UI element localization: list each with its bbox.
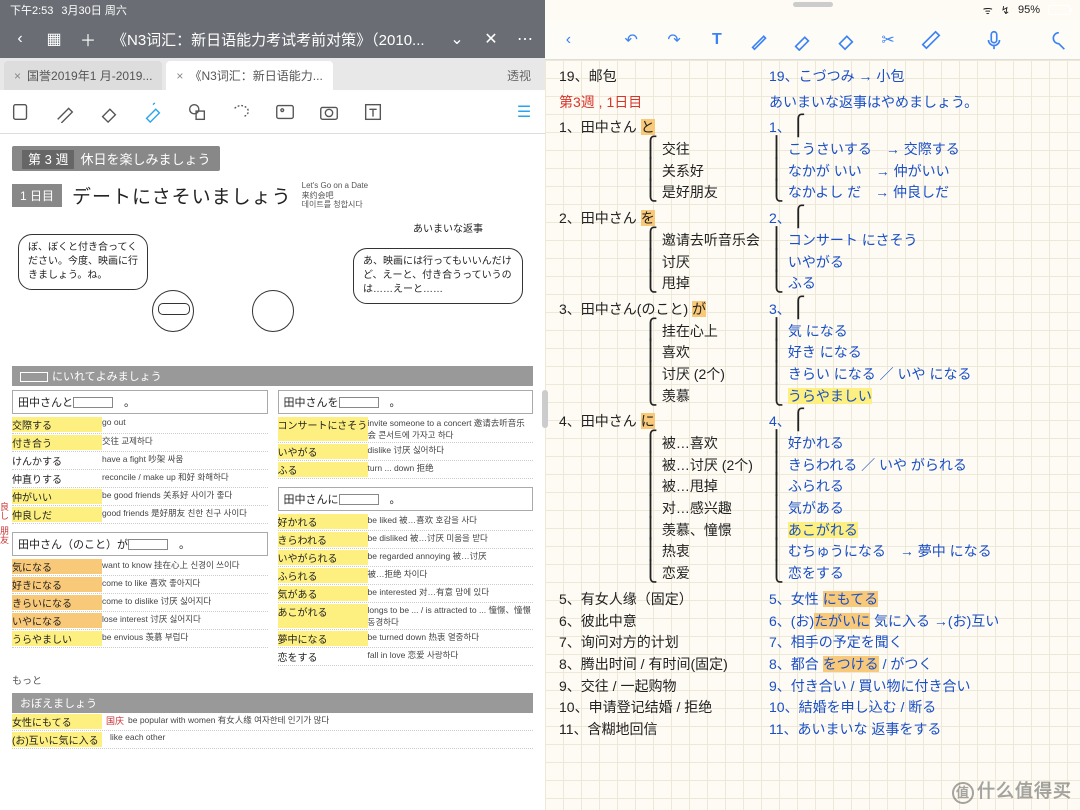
eraser-tool-icon[interactable] <box>96 99 122 125</box>
vocab-row: コンサートにさそうinvite someone to a concert 邀请去… <box>278 416 534 443</box>
vocab-row: いやになるlose interest 讨厌 싫어지다 <box>12 612 268 630</box>
back-icon[interactable]: ‹ <box>10 29 30 49</box>
vocab-row: きらいになるcome to dislike 讨厌 싫어지다 <box>12 594 268 612</box>
image-tool-icon[interactable] <box>272 99 298 125</box>
right-pane: ᯤ ↯95% ‹ ↶ ↷ T ✂ 19、邮包19、こづつみ → 小包 第3週 ,… <box>545 0 1080 810</box>
vocab-row: 気になるwant to know 挂在心上 신경이 쓰이다 <box>12 558 268 576</box>
tab-2[interactable]: ×《N3词汇：新日语能力... <box>166 61 332 90</box>
doc-title: 《N3词汇：新日语能力考试考前对策》（2010... <box>112 29 433 50</box>
right-toolbar: ‹ ↶ ↷ T ✂ <box>545 20 1080 60</box>
red-annotation: 良し <box>0 502 11 520</box>
scissors-icon[interactable]: ✂ <box>877 28 900 52</box>
vocab-row: 好かれるbe liked 被…喜欢 호감을 사다 <box>278 513 534 531</box>
tab-bar: ×国誉2019年1 月-2019... ×《N3词汇：新日语能力... 透视 <box>0 58 545 90</box>
motto-label: もっと <box>12 672 533 687</box>
vocab-row: いやがられるbe regarded annoying 被…讨厌 <box>278 549 534 567</box>
vocab-row: 気があるbe interested 对…有意 맘에 있다 <box>278 585 534 603</box>
shape-tool-icon[interactable] <box>184 99 210 125</box>
add-icon[interactable]: ＋ <box>78 29 98 49</box>
chevron-down-icon[interactable]: ⌄ <box>447 29 467 49</box>
vocab-row: 交際するgo out <box>12 416 268 434</box>
wifi-icon: ᯤ <box>983 3 993 18</box>
back-icon[interactable]: ‹ <box>557 28 580 52</box>
battery-icon <box>1048 5 1070 15</box>
vocab-row: 好きになるcome to like 喜欢 좋아지다 <box>12 576 268 594</box>
red-annotation: 朋友 <box>0 526 11 544</box>
day-row: 1 日目 デートにさそいましょう Let's Go on a Date来约会吧데… <box>12 181 533 210</box>
vocab-row: 付き合う交往 교제하다 <box>12 434 268 452</box>
left-toolbar: ☰ <box>0 90 545 134</box>
grid-icon[interactable]: ▦ <box>44 29 64 49</box>
pen-tool-icon[interactable] <box>748 28 771 52</box>
vocab-row: いやがるdislike 讨厌 싫어하다 <box>278 443 534 461</box>
status-time: 下午2:53 <box>10 2 53 18</box>
left-header: ‹ ▦ ＋ 《N3词汇：新日语能力考试考前对策》（2010... ⌄ ✕ ⋯ <box>0 20 545 58</box>
vocab-row: 仲直りするreconcile / make up 和好 화해하다 <box>12 470 268 488</box>
text-tool-icon[interactable] <box>360 99 386 125</box>
vocab-row: 仲良しだgood friends 是好朋友 친한 친구 사이다 <box>12 506 268 524</box>
mic-icon[interactable] <box>982 28 1005 52</box>
status-date: 3月30日 周六 <box>61 2 126 18</box>
vocab-row: 恋をするfall in love 恋爱 사랑하다 <box>278 648 534 666</box>
select-tool-icon[interactable] <box>8 99 34 125</box>
watermark: 值什么值得买 <box>952 777 1072 804</box>
split-divider[interactable] <box>542 390 548 428</box>
camera-tool-icon[interactable] <box>316 99 342 125</box>
drag-handle[interactable] <box>793 2 833 7</box>
vocab-row: 仲がいいbe good friends 关系好 사이가 좋다 <box>12 488 268 506</box>
tab-extra[interactable]: 透视 <box>493 61 545 90</box>
speech-bubble-1: ぼ、ぼくと付き合ってください。今度、映画に行きましょう。ね。 <box>18 234 148 290</box>
dialog-illustration: あいまいな返事 ぼ、ぼくと付き合ってください。今度、映画に行きましょう。ね。 あ… <box>12 220 533 360</box>
speech-bubble-2: あ、映画には行ってもいいんだけど、えーと、付き合うっていうのは……えーと…… <box>353 248 523 304</box>
notes-canvas[interactable]: 19、邮包19、こづつみ → 小包 第3週 , 1日目あいまいな返事はやめましょ… <box>545 60 1080 810</box>
section-memo: おぼえましょう <box>12 693 533 713</box>
week-banner: 第 3 週休日を楽しみましょう <box>12 146 220 171</box>
text-tool-icon[interactable]: T <box>705 28 728 52</box>
document-view[interactable]: 第 3 週休日を楽しみましょう 1 日目 デートにさそいましょう Let's G… <box>0 134 545 810</box>
lasso-tool-icon[interactable] <box>228 99 254 125</box>
left-pane: 下午2:53 3月30日 周六 ‹ ▦ ＋ 《N3词汇：新日语能力考试考前对策》… <box>0 0 545 810</box>
vocab-row: ふられる被…拒绝 차이다 <box>278 567 534 585</box>
pen-tool-icon[interactable] <box>52 99 78 125</box>
vocab-col-1: 田中さんと 。 交際するgo out付き合う交往 교제하다けんかするhave a… <box>12 390 268 666</box>
vocab-col-2: 田中さんを 。 コンサートにさそうinvite someone to a con… <box>278 390 534 666</box>
vocab-row: うらやましいbe envious 羡慕 부럽다 <box>12 630 268 648</box>
section-reading: にいれてよみましょう <box>12 366 533 386</box>
status-bar: 下午2:53 3月30日 周六 <box>0 0 545 20</box>
tab-close-icon[interactable]: × <box>176 69 183 83</box>
highlighter-tool-icon[interactable] <box>791 28 814 52</box>
undo-icon[interactable]: ↶ <box>620 28 643 52</box>
settings-icon[interactable] <box>1045 28 1068 52</box>
vocab-row: 夢中になるbe turned down 热衷 열중하다 <box>278 630 534 648</box>
tab-1[interactable]: ×国誉2019年1 月-2019... <box>4 61 162 90</box>
vocab-row: けんかするhave a fight 吵架 싸움 <box>12 452 268 470</box>
person-2 <box>252 290 312 360</box>
redo-icon[interactable]: ↷ <box>663 28 686 52</box>
highlighter-tool-icon[interactable] <box>140 99 166 125</box>
person-1 <box>152 290 212 360</box>
vocab-row: あこがれるlongs to be ... / is attracted to .… <box>278 603 534 630</box>
ruler-icon[interactable] <box>920 28 943 52</box>
close-icon[interactable]: ✕ <box>481 29 501 49</box>
vocab-row: ふるturn ... down 拒绝 <box>278 461 534 479</box>
eraser-tool-icon[interactable] <box>834 28 857 52</box>
vocab-row: きらわれるbe disliked 被…讨厌 미움을 받다 <box>278 531 534 549</box>
tab-close-icon[interactable]: × <box>14 69 21 83</box>
more-icon[interactable]: ⋯ <box>515 29 535 49</box>
menu-icon[interactable]: ☰ <box>511 99 537 125</box>
